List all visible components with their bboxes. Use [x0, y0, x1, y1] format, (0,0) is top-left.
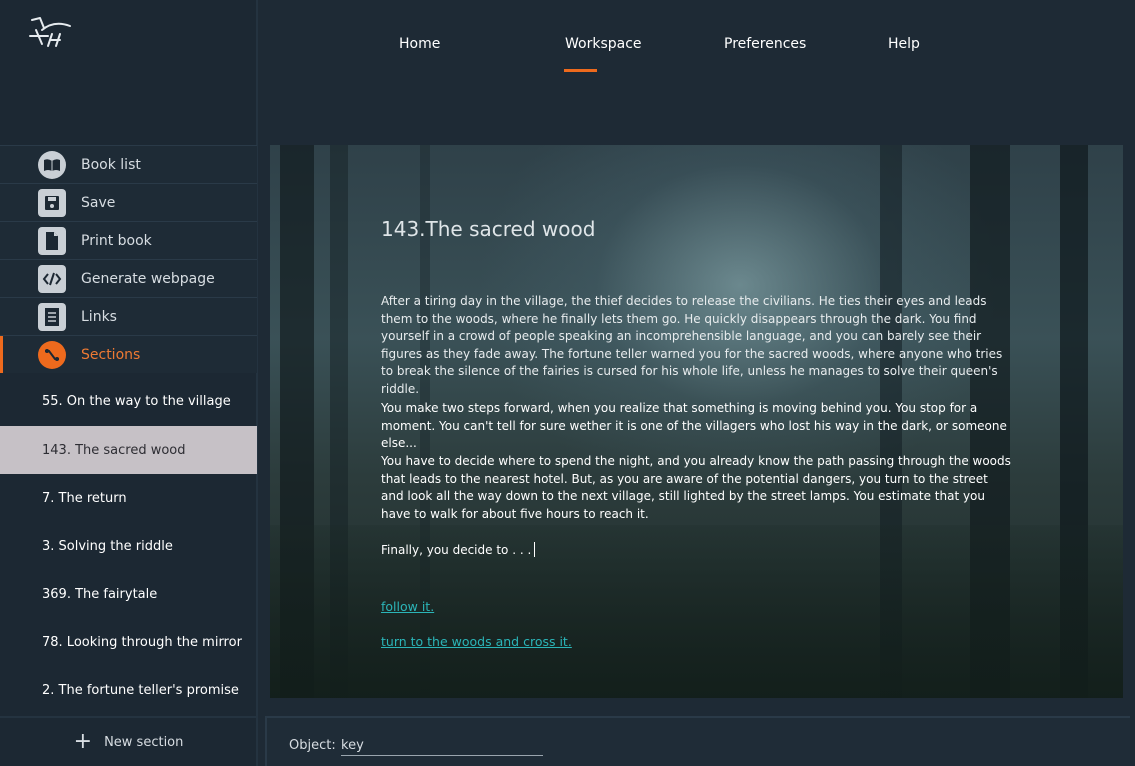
new-section-label: New section: [104, 734, 184, 750]
section-title: 143.The sacred wood: [381, 217, 596, 241]
section-list: 55. On the way to the village 143. The s…: [0, 376, 257, 714]
section-item[interactable]: 78. Looking through the mirror: [0, 618, 257, 666]
section-item-selected[interactable]: 143. The sacred wood: [0, 426, 257, 474]
menu-item-print-book[interactable]: Print book: [0, 221, 257, 259]
sections-icon: [38, 340, 66, 369]
section-item[interactable]: 2. The fortune teller's promise: [0, 666, 257, 714]
app-logo: [26, 14, 76, 50]
section-paragraph[interactable]: You make two steps forward, when you rea…: [381, 400, 1011, 453]
menu-item-links[interactable]: Links: [0, 297, 257, 335]
choice-link[interactable]: follow it.: [381, 599, 434, 614]
menu-label-sections: Sections: [81, 346, 141, 363]
choice-link[interactable]: turn to the woods and cross it.: [381, 634, 572, 649]
section-editor: 143.The sacred wood After a tiring day i…: [270, 145, 1123, 698]
menu-label-book-list: Book list: [81, 156, 141, 173]
list-icon: [38, 302, 66, 331]
nav-workspace[interactable]: Workspace: [565, 36, 642, 52]
section-item[interactable]: 3. Solving the riddle: [0, 522, 257, 570]
menu-item-save[interactable]: Save: [0, 183, 257, 221]
menu-item-sections[interactable]: Sections: [0, 335, 257, 373]
section-item[interactable]: 369. The fairytale: [0, 570, 257, 618]
book-icon: [38, 150, 66, 179]
sidebar-menu: Book list Save Print book Generate webpa…: [0, 145, 257, 373]
nav-home[interactable]: Home: [399, 36, 440, 52]
top-navigation: Home Workspace Preferences Help: [260, 0, 1135, 100]
menu-item-generate-webpage[interactable]: Generate webpage: [0, 259, 257, 297]
menu-label-generate-webpage: Generate webpage: [81, 270, 215, 287]
active-tab-indicator: [564, 69, 597, 72]
new-section-button[interactable]: + New section: [0, 716, 257, 766]
object-bar: Object:: [265, 716, 1130, 766]
section-paragraph-text: Finally, you decide to . . .: [381, 543, 532, 557]
section-item[interactable]: 7. The return: [0, 474, 257, 522]
section-paragraph[interactable]: You have to decide where to spend the ni…: [381, 453, 1011, 523]
menu-label-save: Save: [81, 194, 116, 211]
object-label: Object:: [289, 738, 336, 753]
save-icon: [38, 188, 66, 217]
section-item[interactable]: 55. On the way to the village: [0, 376, 257, 426]
menu-label-print-book: Print book: [81, 232, 152, 249]
section-paragraph[interactable]: After a tiring day in the village, the t…: [381, 293, 1011, 398]
section-paragraph-final[interactable]: Finally, you decide to . . .: [381, 542, 1011, 560]
object-input[interactable]: [341, 736, 543, 756]
text-cursor: [534, 542, 536, 557]
plus-icon: +: [73, 729, 93, 754]
nav-help[interactable]: Help: [888, 36, 920, 52]
menu-item-book-list[interactable]: Book list: [0, 145, 257, 183]
code-icon: [38, 264, 66, 293]
document-icon: [38, 226, 66, 255]
menu-label-links: Links: [81, 308, 117, 325]
sidebar: Book list Save Print book Generate webpa…: [0, 0, 258, 766]
nav-preferences[interactable]: Preferences: [724, 36, 806, 52]
